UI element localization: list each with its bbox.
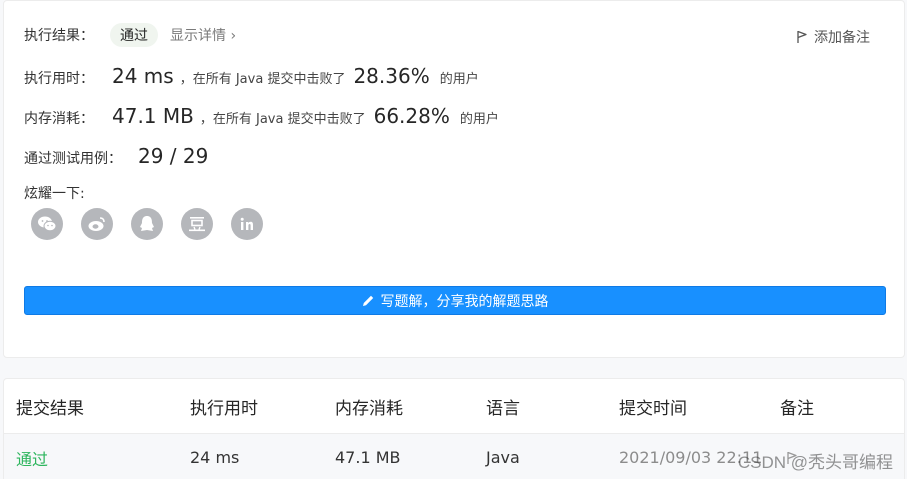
- add-note-label: 添加备注: [814, 30, 870, 46]
- share-label-row: 炫耀一下:: [24, 183, 85, 203]
- header-note: 备注: [780, 398, 814, 419]
- header-memory: 内存消耗: [335, 398, 403, 419]
- memory-percent: 66.28%: [373, 104, 450, 128]
- row-runtime: 24 ms: [190, 448, 240, 467]
- qq-icon[interactable]: [131, 208, 163, 240]
- memory-suffix: 的用户: [459, 112, 499, 127]
- header-time: 提交时间: [619, 398, 687, 419]
- tests-row: 通过测试用例： 29 / 29: [24, 144, 208, 168]
- header-language: 语言: [486, 398, 520, 419]
- add-note-button[interactable]: 添加备注: [796, 27, 870, 47]
- memory-value: 47.1 MB: [112, 104, 194, 128]
- status-badge: 通过: [110, 23, 158, 47]
- weibo-icon[interactable]: [81, 208, 113, 240]
- wechat-icon[interactable]: [31, 208, 63, 240]
- tests-value: 29 / 29: [138, 144, 209, 168]
- linkedin-icon[interactable]: [231, 208, 263, 240]
- row-result[interactable]: 通过: [16, 434, 48, 479]
- table-header: 提交结果 执行用时 内存消耗 语言 提交时间 备注: [4, 379, 904, 433]
- row-language: Java: [486, 448, 520, 467]
- header-result: 提交结果: [16, 398, 84, 419]
- pencil-icon: [362, 295, 373, 306]
- runtime-label: 执行用时：: [24, 71, 94, 87]
- runtime-percent: 28.36%: [353, 64, 430, 88]
- write-solution-button[interactable]: 写题解，分享我的解题思路: [24, 286, 886, 315]
- show-details-link[interactable]: 显示详情 ›: [170, 25, 236, 45]
- runtime-mid-text: ，在所有 Java 提交中击败了: [179, 72, 346, 87]
- douban-icon[interactable]: [181, 208, 213, 240]
- share-icons: [31, 208, 263, 240]
- share-label: 炫耀一下:: [24, 186, 85, 202]
- header-runtime: 执行用时: [190, 398, 258, 419]
- memory-row: 内存消耗： 47.1 MB ，在所有 Java 提交中击败了 66.28% 的用…: [24, 104, 499, 128]
- write-solution-label: 写题解，分享我的解题思路: [380, 293, 549, 310]
- memory-label: 内存消耗：: [24, 111, 94, 127]
- tests-label: 通过测试用例：: [24, 151, 122, 167]
- runtime-value: 24 ms: [112, 64, 174, 88]
- runtime-suffix: 的用户: [439, 72, 479, 87]
- memory-mid-text: ，在所有 Java 提交中击败了: [199, 112, 366, 127]
- flag-icon: [797, 30, 807, 43]
- submission-result-card: 执行结果： 通过 显示详情 › 添加备注 执行用时： 24 ms ，在所有 Ja…: [3, 0, 905, 358]
- result-row: 执行结果： 通过 显示详情 ›: [24, 23, 236, 47]
- watermark: CSDN @秃头哥编程: [737, 453, 893, 472]
- runtime-row: 执行用时： 24 ms ，在所有 Java 提交中击败了 28.36% 的用户: [24, 64, 479, 88]
- result-label: 执行结果：: [24, 28, 94, 44]
- row-memory: 47.1 MB: [335, 448, 401, 467]
